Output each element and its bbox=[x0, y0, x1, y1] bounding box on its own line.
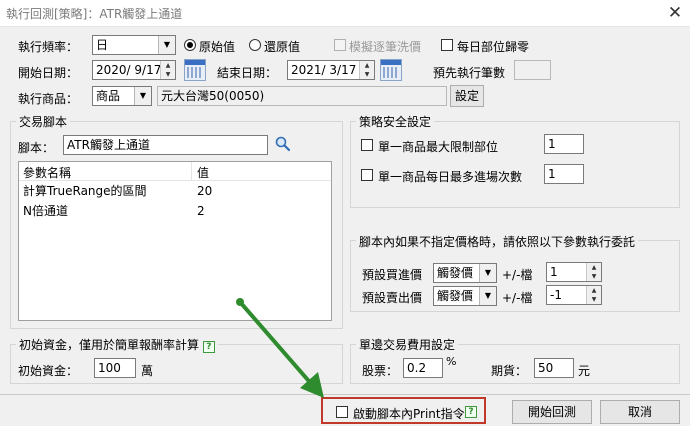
freq-select[interactable]: 日 ▼ bbox=[92, 35, 176, 55]
set-button[interactable]: 設定 bbox=[450, 85, 484, 107]
futures-fee-unit: 元 bbox=[578, 364, 591, 378]
param-value: 2 bbox=[197, 204, 205, 218]
annotation-arrow bbox=[236, 298, 324, 398]
script-label: 腳本： bbox=[18, 141, 55, 155]
calendar-icon[interactable] bbox=[184, 59, 206, 81]
cancel-button[interactable]: 取消 bbox=[600, 400, 680, 424]
radio-restore[interactable] bbox=[249, 39, 261, 51]
column-divider bbox=[191, 162, 192, 180]
calendar-icon[interactable] bbox=[380, 59, 402, 81]
stock-fee-unit: % bbox=[446, 355, 457, 368]
daily-reset-checkbox[interactable] bbox=[441, 39, 453, 51]
futures-fee-label: 期貨： bbox=[491, 364, 528, 378]
max-position-label: 單一商品最大限制部位 bbox=[378, 140, 499, 154]
close-icon[interactable]: ✕ bbox=[664, 2, 686, 24]
sell-price-select[interactable]: 觸發價 ▼ bbox=[433, 286, 497, 306]
highlight-box bbox=[321, 397, 486, 424]
start-date-value: 2020/ 9/17 bbox=[96, 63, 162, 77]
start-backtest-button[interactable]: 開始回測 bbox=[512, 400, 592, 424]
sell-label: 預設賣出價 bbox=[362, 291, 423, 305]
buy-tick-label: +/-檔 bbox=[502, 268, 533, 282]
product-label: 執行商品： bbox=[18, 92, 79, 106]
footer-divider bbox=[0, 394, 690, 395]
chevron-down-icon: ▼ bbox=[479, 264, 496, 282]
max-entries-label: 單一商品每日最多進場次數 bbox=[378, 170, 523, 184]
capital-input[interactable]: 100 bbox=[94, 358, 136, 378]
radio-original-label: 原始值 bbox=[199, 40, 236, 54]
product-field: 元大台灣50(0050) bbox=[157, 86, 447, 106]
sell-tick-input[interactable]: -1 ▲ ▼ bbox=[546, 285, 602, 305]
param-name: 計算TrueRange的區間 bbox=[23, 184, 147, 198]
col-param-value: 值 bbox=[197, 166, 210, 180]
col-param-name: 參數名稱 bbox=[23, 166, 72, 180]
buy-tick-input[interactable]: 1 ▲ ▼ bbox=[546, 262, 602, 282]
help-icon[interactable]: ? bbox=[202, 341, 215, 353]
order-group-title: 腳本內如果不指定價格時，請依照以下參數執行委託 bbox=[356, 233, 639, 250]
daily-reset-label: 每日部位歸零 bbox=[457, 40, 530, 54]
max-entries-input[interactable]: 1 bbox=[544, 164, 584, 184]
end-date-input[interactable]: 2021/ 3/17 ▲ ▼ bbox=[287, 60, 375, 80]
stock-fee-label: 股票： bbox=[362, 364, 399, 378]
end-date-label: 結束日期： bbox=[217, 66, 278, 80]
safety-group bbox=[350, 121, 680, 208]
param-value: 20 bbox=[197, 184, 213, 198]
sell-tick-label: +/-檔 bbox=[502, 291, 533, 305]
buy-price-select[interactable]: 觸發價 ▼ bbox=[433, 263, 497, 283]
script-value: ATR觸發上通道 bbox=[67, 138, 150, 152]
table-row[interactable]: 計算TrueRange的區間 20 bbox=[19, 181, 331, 201]
param-name: N倍通道 bbox=[23, 204, 68, 218]
radio-original[interactable] bbox=[184, 39, 196, 51]
precount-label: 預先執行筆數 bbox=[433, 66, 506, 80]
buy-label: 預設買進價 bbox=[362, 268, 423, 282]
product-type-select[interactable]: 商品 ▼ bbox=[92, 86, 152, 106]
end-date-spinner[interactable]: ▲ ▼ bbox=[359, 61, 374, 79]
max-position-input[interactable]: 1 bbox=[544, 134, 584, 154]
max-position-checkbox[interactable] bbox=[361, 139, 373, 151]
precount-input[interactable] bbox=[514, 60, 551, 80]
start-date-input[interactable]: 2020/ 9/17 ▲ ▼ bbox=[92, 60, 176, 80]
start-date-label: 開始日期： bbox=[18, 66, 79, 80]
capital-group-title: 初始資金，僅用於簡單報酬率計算 ? bbox=[16, 336, 218, 353]
freq-value: 日 bbox=[96, 38, 109, 52]
radio-restore-label: 還原值 bbox=[264, 40, 301, 54]
sell-tick-spinner[interactable]: ▲ ▼ bbox=[586, 286, 601, 304]
product-type-value: 商品 bbox=[96, 89, 121, 103]
chevron-down-icon: ▼ bbox=[158, 36, 175, 54]
product-value: 元大台灣50(0050) bbox=[161, 89, 265, 103]
simulate-checkbox[interactable] bbox=[334, 39, 346, 51]
script-input[interactable]: ATR觸發上通道 bbox=[63, 135, 268, 155]
chevron-down-icon: ▼ bbox=[479, 287, 496, 305]
search-icon[interactable] bbox=[274, 135, 292, 153]
simulate-label: 模擬逐筆洗價 bbox=[349, 40, 422, 54]
chevron-down-icon: ▼ bbox=[134, 87, 151, 105]
max-entries-checkbox[interactable] bbox=[361, 169, 373, 181]
table-row[interactable]: N倍通道 2 bbox=[19, 201, 331, 221]
stock-fee-input[interactable]: 0.2 bbox=[403, 358, 443, 378]
window-title: 執行回測[策略]：ATR觸發上通道 bbox=[6, 7, 183, 21]
buy-tick-spinner[interactable]: ▲ ▼ bbox=[586, 263, 601, 281]
start-date-spinner[interactable]: ▲ ▼ bbox=[160, 61, 175, 79]
safety-group-title: 策略安全設定 bbox=[356, 113, 435, 130]
capital-label: 初始資金： bbox=[18, 364, 79, 378]
title-bar: 執行回測[策略]：ATR觸發上通道 ✕ bbox=[0, 0, 690, 27]
end-date-value: 2021/ 3/17 bbox=[291, 63, 357, 77]
fee-group-title: 單邊交易費用設定 bbox=[356, 336, 459, 353]
param-table-header: 參數名稱 值 bbox=[19, 162, 331, 181]
futures-fee-input[interactable]: 50 bbox=[534, 358, 574, 378]
capital-unit: 萬 bbox=[141, 364, 154, 378]
freq-label: 執行頻率： bbox=[18, 40, 79, 54]
script-group-title: 交易腳本 bbox=[16, 113, 71, 130]
